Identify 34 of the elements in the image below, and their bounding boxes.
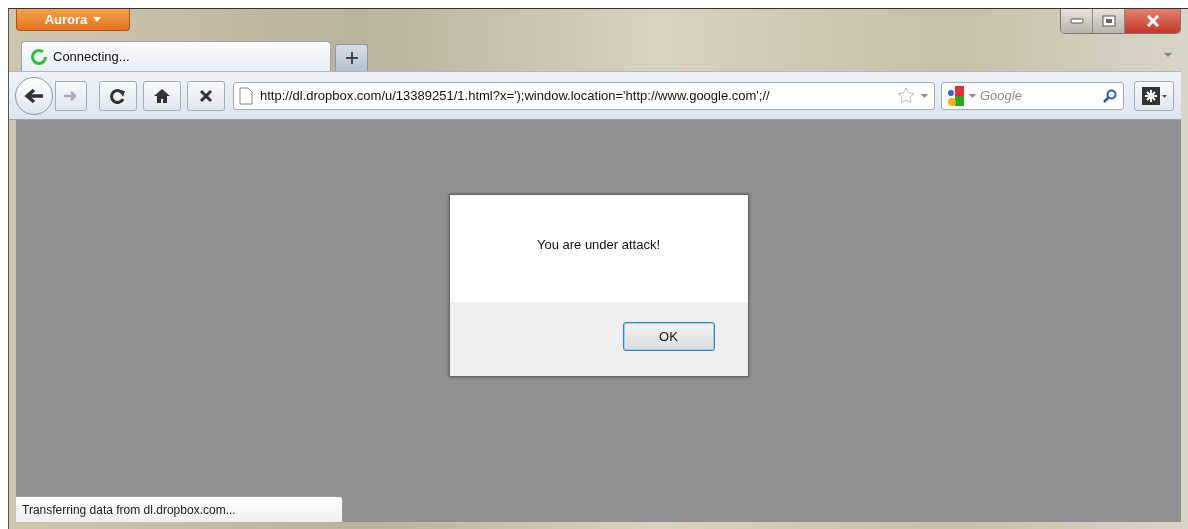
reload-button[interactable] xyxy=(99,80,137,111)
stop-icon xyxy=(199,88,213,103)
plus-icon xyxy=(345,52,358,64)
alert-message: You are under attack! xyxy=(536,237,661,252)
back-arrow-icon xyxy=(24,87,44,104)
maximize-icon xyxy=(1101,15,1116,27)
caret-icon[interactable] xyxy=(921,93,928,98)
url-text: http://dl.dropbox.com/u/13389251/1.html?x=');window.location='http://www.google.com';// xyxy=(260,88,771,103)
forward-arrow-icon xyxy=(64,89,78,102)
minimize-icon xyxy=(1069,18,1084,24)
new-tab-button[interactable] xyxy=(335,44,368,71)
status-text: Transferring data from dl.dropbox.com... xyxy=(22,502,236,517)
browser-tab[interactable]: Connecting... xyxy=(21,41,331,71)
stop-button[interactable] xyxy=(187,80,225,111)
address-bar[interactable]: http://dl.dropbox.com/u/13389251/1.html?x=');window.location='http://www.google.com';// xyxy=(233,81,935,110)
addon-button[interactable] xyxy=(1134,80,1174,111)
search-field[interactable]: Google xyxy=(941,81,1124,110)
home-icon xyxy=(153,87,171,104)
minimize-button[interactable] xyxy=(1061,9,1093,33)
caret-icon[interactable] xyxy=(969,93,976,98)
star-icon[interactable] xyxy=(897,87,915,104)
close-button[interactable] xyxy=(1125,9,1180,33)
maximize-button[interactable] xyxy=(1093,9,1125,33)
tab-title: Connecting... xyxy=(53,49,130,64)
search-input[interactable]: Google xyxy=(980,88,1075,103)
ok-button[interactable]: OK xyxy=(622,322,715,351)
close-icon xyxy=(1145,15,1160,27)
back-button[interactable] xyxy=(15,76,53,115)
search-engine-icon xyxy=(947,84,965,107)
page-icon xyxy=(238,86,254,105)
search-icon[interactable] xyxy=(1103,88,1117,103)
caret-icon xyxy=(93,17,102,22)
reload-icon xyxy=(110,87,126,104)
home-button[interactable] xyxy=(143,80,181,111)
